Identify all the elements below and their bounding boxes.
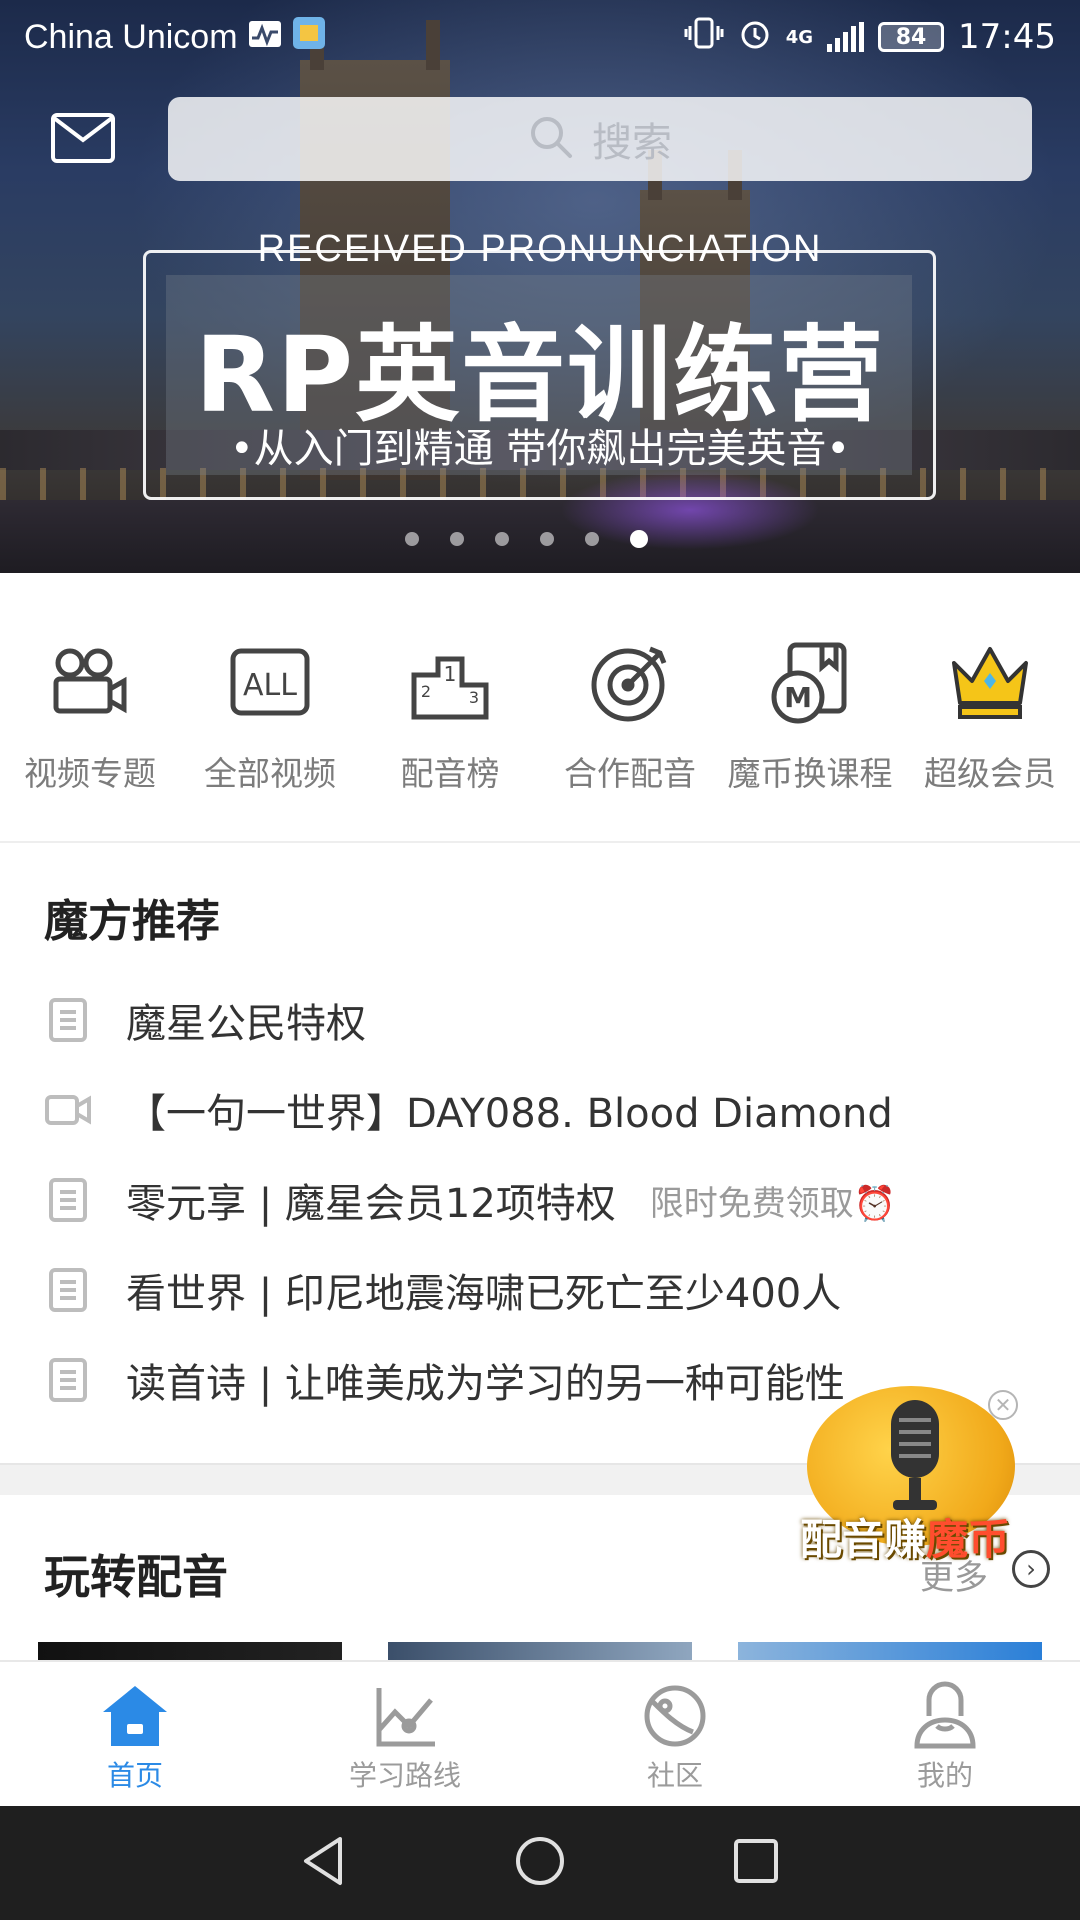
list-item-title: 魔星公民特权 (126, 1001, 366, 1047)
promo-tagline: •从入门到精通 带你飙出完美英音• (230, 426, 850, 472)
mail-icon[interactable] (50, 112, 116, 164)
quick-link-label: 全部视频 (204, 754, 336, 793)
svg-text:ALL: ALL (243, 668, 297, 703)
learning-path-icon (369, 1680, 441, 1752)
quick-link-dub-ranking[interactable]: 12 3 配音榜 (360, 573, 540, 841)
tab-profile[interactable]: 我的 (810, 1662, 1080, 1806)
recommend-title: 魔方推荐 (44, 896, 220, 947)
tab-learning-path[interactable]: 学习路线 (270, 1662, 540, 1806)
list-item[interactable]: 【一句一世界】DAY088. Blood Diamond (0, 1065, 1080, 1155)
quick-link-label: 配音榜 (400, 754, 500, 793)
quick-links: 视频专题 ALL 全部视频 12 3 配音榜 合作配音 M 魔币换课程 超级会员 (0, 573, 1080, 841)
video-camera-icon (48, 641, 132, 725)
close-icon[interactable]: ✕ (988, 1390, 1018, 1420)
article-icon (44, 1266, 92, 1314)
carousel-dot[interactable] (540, 532, 554, 546)
recommend-list: 魔星公民特权 【一句一世界】DAY088. Blood Diamond 零元享 … (0, 975, 1080, 1425)
promo-banner[interactable]: RECEIVED PRONUNCIATION RP英音训练营 •从入门到精通 带… (0, 0, 1080, 573)
dubbing-thumbnails (38, 1642, 1042, 1662)
coin-book-icon: M (768, 641, 852, 725)
all-videos-icon: ALL (228, 641, 312, 725)
list-item-title: 读首诗 | 让唯美成为学习的另一种可能性 (126, 1361, 845, 1407)
dubbing-title: 玩转配音 (44, 1550, 228, 1604)
quick-link-co-dubbing[interactable]: 合作配音 (540, 573, 720, 841)
battery-indicator: 84 (878, 22, 945, 52)
list-item-title: 看世界 | 印尼地震海啸已死亡至少400人 (126, 1271, 842, 1317)
video-thumbnail[interactable] (388, 1642, 692, 1662)
quick-link-all-videos[interactable]: ALL 全部视频 (180, 573, 360, 841)
tab-home[interactable]: 首页 (0, 1662, 270, 1806)
carousel-dots (405, 530, 648, 548)
quick-link-label: 超级会员 (924, 754, 1056, 793)
article-icon (44, 996, 92, 1044)
alarm-icon (738, 16, 772, 59)
svg-text:2: 2 (421, 682, 431, 701)
video-icon (44, 1086, 92, 1134)
article-icon (44, 1176, 92, 1224)
quick-link-super-vip[interactable]: 超级会员 (900, 573, 1080, 841)
podium-icon: 12 3 (408, 641, 492, 725)
svg-text:1: 1 (444, 662, 457, 686)
tab-label: 我的 (916, 1759, 973, 1792)
carousel-dot[interactable] (495, 532, 509, 546)
article-icon (44, 1356, 92, 1404)
badge-label: 配音赚魔币 (799, 1515, 1011, 1564)
carrier-name: China Unicom (24, 17, 238, 56)
video-thumbnail[interactable] (38, 1642, 342, 1662)
system-navigation-bar (0, 1806, 1080, 1920)
svg-text:M: M (784, 681, 812, 714)
tab-label: 学习路线 (348, 1759, 461, 1792)
quick-link-label: 视频专题 (24, 754, 156, 793)
microphone-icon (891, 1400, 939, 1510)
search-icon (528, 114, 574, 164)
carousel-dot[interactable] (405, 532, 419, 546)
signal-icon (827, 22, 865, 52)
video-thumbnail[interactable] (738, 1642, 1042, 1662)
vibrate-icon (684, 16, 724, 59)
activity-icon (248, 17, 282, 57)
search-placeholder: 搜索 (592, 120, 672, 166)
list-item[interactable]: 零元享 | 魔星会员12项特权 限时免费领取⏰ (0, 1155, 1080, 1245)
tab-community[interactable]: 社区 (540, 1662, 810, 1806)
quick-link-coin-courses[interactable]: M 魔币换课程 (720, 573, 900, 841)
svg-text:3: 3 (469, 688, 479, 707)
list-item-title: 【一句一世界】DAY088. Blood Diamond (126, 1091, 893, 1137)
community-planet-icon (639, 1680, 711, 1752)
recents-icon[interactable] (728, 1833, 784, 1893)
clock: 17:45 (958, 17, 1056, 57)
carousel-dot[interactable] (450, 532, 464, 546)
list-item-tag: 限时免费领取⏰ (649, 1183, 897, 1224)
tab-label: 社区 (646, 1759, 703, 1792)
carousel-dot[interactable] (585, 532, 599, 546)
profile-icon (909, 1680, 981, 1752)
home-circle-icon[interactable] (512, 1833, 568, 1893)
list-item[interactable]: 魔星公民特权 (0, 975, 1080, 1065)
bottom-tab-bar: 首页 学习路线 社区 我的 (0, 1660, 1080, 1806)
status-bar: China Unicom 4G 84 17:45 (0, 0, 1080, 74)
home-icon (99, 1680, 171, 1752)
quick-link-label: 合作配音 (564, 754, 696, 793)
search-input[interactable]: 搜索 (168, 97, 1032, 181)
carousel-dot-active[interactable] (630, 530, 648, 548)
list-item-title: 零元享 | 魔星会员12项特权 (126, 1181, 616, 1227)
list-item[interactable]: 看世界 | 印尼地震海啸已死亡至少400人 (0, 1245, 1080, 1335)
target-icon (588, 641, 672, 725)
tab-label: 首页 (106, 1759, 163, 1792)
quick-link-video-topics[interactable]: 视频专题 (0, 573, 180, 841)
network-type: 4G (785, 26, 814, 48)
quick-link-label: 魔币换课程 (727, 754, 893, 793)
back-icon[interactable] (296, 1833, 352, 1893)
app-notification-icon (292, 16, 326, 59)
chevron-right-icon[interactable]: › (1012, 1550, 1050, 1588)
crown-icon (948, 641, 1032, 725)
promo-subtitle: RECEIVED PRONUNCIATION (257, 228, 823, 270)
section-divider (0, 841, 1080, 843)
